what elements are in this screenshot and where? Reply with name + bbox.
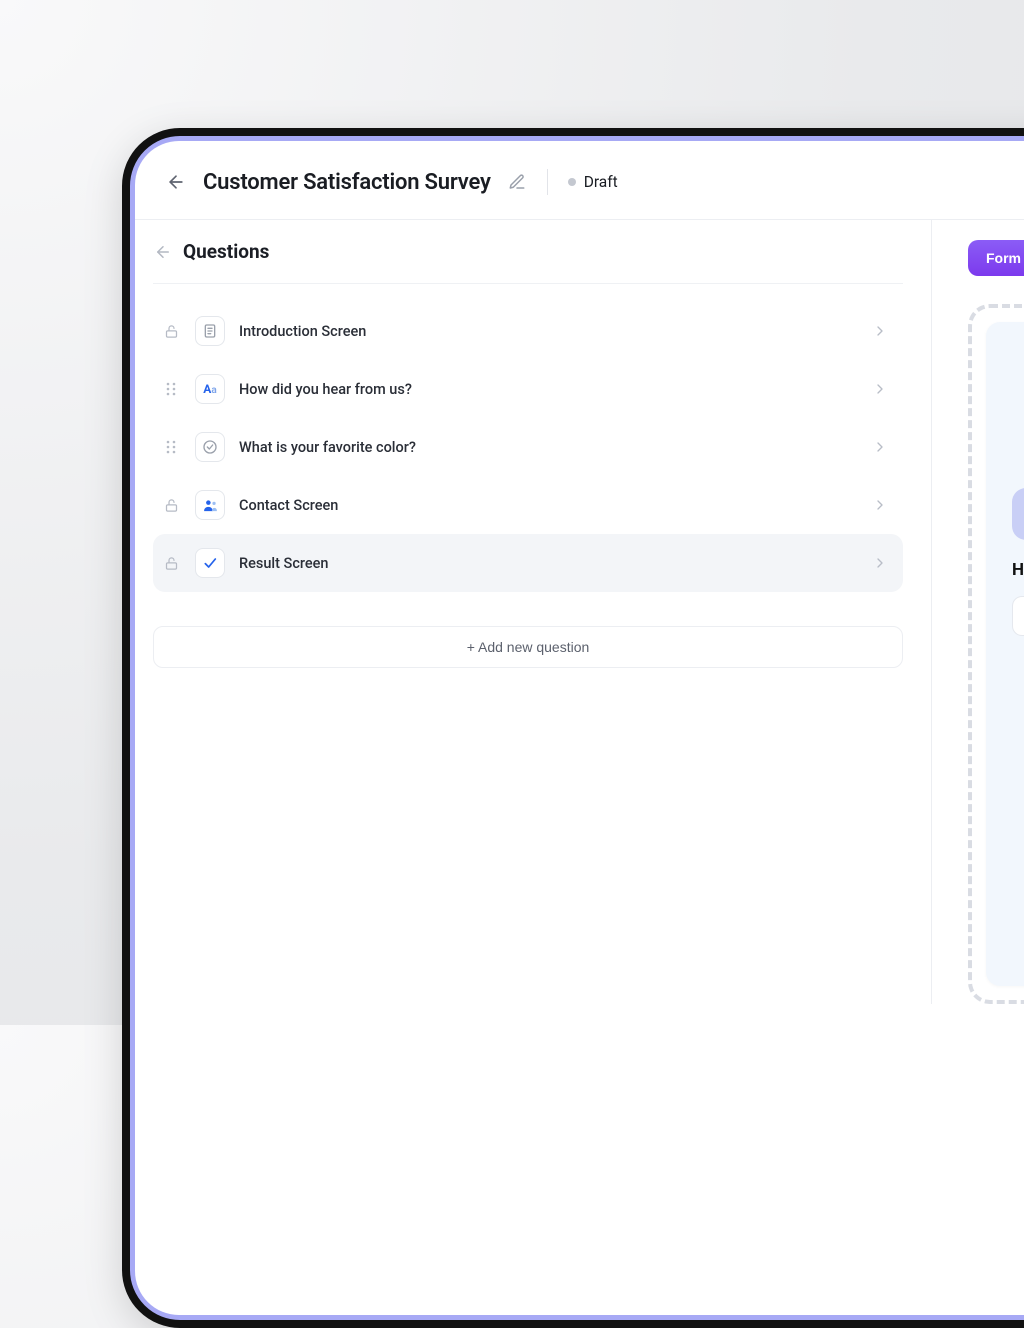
drag-handle-icon[interactable] — [161, 439, 181, 455]
check-icon — [195, 548, 225, 578]
questions-list: Introduction Screen Aa How did y — [153, 284, 903, 592]
chevron-right-icon — [871, 438, 889, 456]
check-circle-icon — [195, 432, 225, 462]
question-item-hear-from-us[interactable]: Aa How did you hear from us? — [153, 360, 903, 418]
chevron-right-icon — [871, 554, 889, 572]
preview-panel: Form H — [931, 219, 1024, 1004]
question-label: Introduction Screen — [239, 323, 857, 340]
question-label: Result Screen — [239, 555, 857, 572]
topbar: Customer Satisfaction Survey Draft — [135, 141, 1024, 219]
divider — [547, 169, 548, 195]
status-label: Draft — [584, 173, 618, 191]
questions-panel: Questions Introduction Screen — [135, 219, 931, 1004]
form-preview-button[interactable]: Form — [968, 240, 1024, 276]
back-button[interactable] — [165, 171, 187, 193]
pencil-icon — [508, 173, 526, 191]
arrow-left-icon — [166, 172, 186, 192]
question-item-result[interactable]: Result Screen — [153, 534, 903, 592]
device-frame: Customer Satisfaction Survey Draft Quest… — [122, 128, 1024, 1328]
drag-handle-icon[interactable] — [161, 381, 181, 397]
arrow-left-icon — [154, 243, 172, 261]
add-question-button[interactable]: + Add new question — [153, 626, 903, 668]
text-icon: Aa — [195, 374, 225, 404]
question-label: How did you hear from us? — [239, 381, 857, 398]
preview-card: H — [968, 304, 1024, 1004]
questions-title: Questions — [183, 240, 269, 263]
chevron-right-icon — [871, 496, 889, 514]
preview-icon-badge — [1012, 488, 1024, 540]
preview-form: H — [986, 322, 1024, 986]
content-row: Questions Introduction Screen — [135, 219, 1024, 1004]
chevron-right-icon — [871, 380, 889, 398]
questions-back-button[interactable] — [153, 242, 173, 262]
page-title: Customer Satisfaction Survey — [203, 170, 491, 195]
preview-text-input[interactable] — [1012, 596, 1024, 636]
lock-icon — [161, 556, 181, 571]
lock-icon — [161, 498, 181, 513]
questions-header: Questions — [153, 240, 903, 284]
question-label: What is your favorite color? — [239, 439, 857, 456]
question-label: Contact Screen — [239, 497, 857, 514]
chevron-right-icon — [871, 322, 889, 340]
status-dot-icon — [568, 178, 576, 186]
edit-title-button[interactable] — [507, 172, 527, 192]
document-icon — [195, 316, 225, 346]
preview-question-text: H — [1012, 560, 1024, 580]
app-window: Customer Satisfaction Survey Draft Quest… — [135, 141, 1024, 1315]
lock-icon — [161, 324, 181, 339]
question-item-contact[interactable]: Contact Screen — [153, 476, 903, 534]
question-item-introduction[interactable]: Introduction Screen — [153, 302, 903, 360]
question-item-favorite-color[interactable]: What is your favorite color? — [153, 418, 903, 476]
contact-icon — [195, 490, 225, 520]
status-badge: Draft — [568, 173, 618, 191]
